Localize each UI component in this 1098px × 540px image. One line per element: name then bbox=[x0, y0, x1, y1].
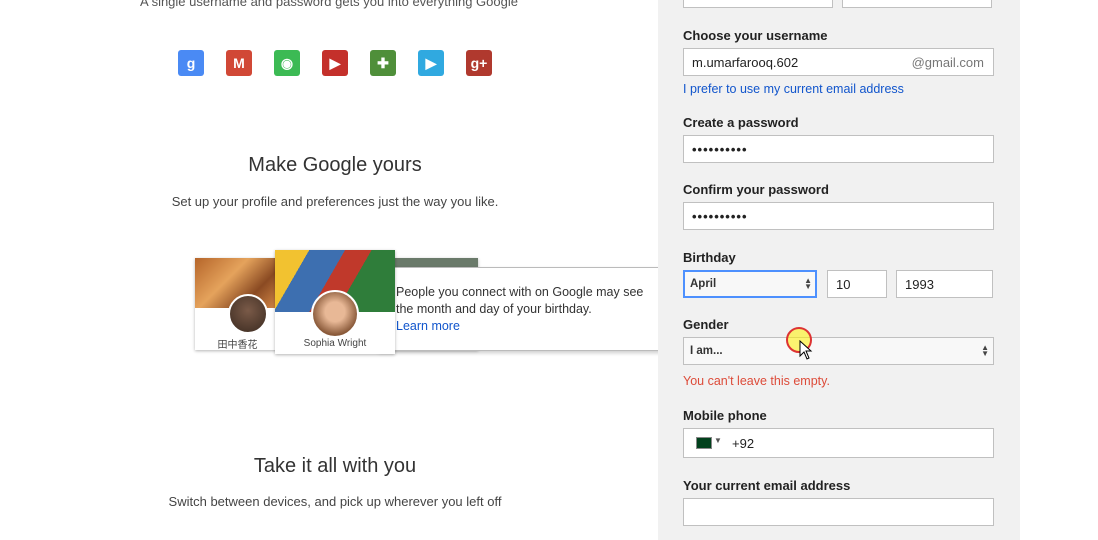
gender-label: Gender bbox=[683, 317, 729, 332]
username-label: Choose your username bbox=[683, 28, 828, 43]
app-icon-row: g M ◉ ▶ ✚ ▶ g+ bbox=[178, 50, 514, 76]
learn-more-link[interactable]: Learn more bbox=[396, 319, 460, 333]
section-title-take-it-all: Take it all with you bbox=[253, 455, 417, 477]
tagline: A single username and password gets you … bbox=[140, 0, 518, 9]
username-value: m.umarfarooq.602 bbox=[692, 55, 799, 70]
page-margin bbox=[1020, 0, 1098, 540]
section-title-make-google-yours: Make Google yours bbox=[248, 154, 422, 176]
birthday-day-field[interactable]: 10 bbox=[827, 270, 887, 298]
tooltip-text: People you connect with on Google may se… bbox=[396, 285, 644, 316]
username-field[interactable]: m.umarfarooq.602 @gmail.com bbox=[683, 48, 994, 76]
updown-arrows-icon: ▲ ▼ bbox=[804, 276, 812, 291]
youtube-icon: ▶ bbox=[322, 50, 348, 76]
current-email-field[interactable] bbox=[683, 498, 994, 526]
pakistan-flag-icon[interactable] bbox=[696, 437, 712, 449]
mobile-phone-label: Mobile phone bbox=[683, 408, 767, 423]
card-name: 田中香花 bbox=[217, 340, 258, 351]
password-label: Create a password bbox=[683, 115, 799, 130]
chrome-icon: ◉ bbox=[274, 50, 300, 76]
mouse-pointer-icon bbox=[799, 340, 813, 360]
gender-value: I am... bbox=[690, 345, 723, 357]
country-code: +92 bbox=[732, 436, 755, 451]
google-plus-icon: g+ bbox=[466, 50, 492, 76]
google-search-icon: g bbox=[178, 50, 204, 76]
updown-arrows-icon: ▲ ▼ bbox=[981, 343, 989, 358]
avatar bbox=[311, 290, 359, 338]
first-name-field[interactable] bbox=[683, 0, 833, 8]
last-name-field[interactable] bbox=[842, 0, 992, 8]
use-current-email-link[interactable]: I prefer to use my current email address bbox=[683, 82, 904, 96]
birthday-label: Birthday bbox=[683, 250, 736, 265]
avatar bbox=[228, 294, 268, 334]
birthday-tooltip: People you connect with on Google may se… bbox=[379, 267, 667, 351]
gmail-suffix: @gmail.com bbox=[911, 55, 984, 70]
section-text-profile: Set up your profile and preferences just… bbox=[171, 194, 499, 209]
gender-select[interactable]: I am... ▲ ▼ bbox=[683, 337, 994, 365]
mobile-phone-field[interactable]: ▼ +92 bbox=[683, 428, 994, 458]
profile-card-2: Sophia Wright bbox=[275, 250, 395, 354]
maps-icon: ✚ bbox=[370, 50, 396, 76]
current-email-label: Your current email address bbox=[683, 478, 851, 493]
birthday-month-value: April bbox=[690, 278, 717, 290]
gender-error-message: You can't leave this empty. bbox=[683, 374, 830, 388]
chevron-down-icon[interactable]: ▼ bbox=[714, 436, 722, 445]
play-icon: ▶ bbox=[418, 50, 444, 76]
confirm-password-field[interactable]: •••••••••• bbox=[683, 202, 994, 230]
section-text-devices: Switch between devices, and pick up wher… bbox=[168, 494, 502, 509]
birthday-year-field[interactable]: 1993 bbox=[896, 270, 993, 298]
birthday-month-select[interactable]: April ▲ ▼ bbox=[683, 270, 817, 298]
password-field[interactable]: •••••••••• bbox=[683, 135, 994, 163]
profile-card-1: 田中香花 bbox=[195, 258, 280, 351]
gmail-icon: M bbox=[226, 50, 252, 76]
card-name: Sophia Wright bbox=[303, 338, 367, 349]
confirm-password-label: Confirm your password bbox=[683, 182, 829, 197]
